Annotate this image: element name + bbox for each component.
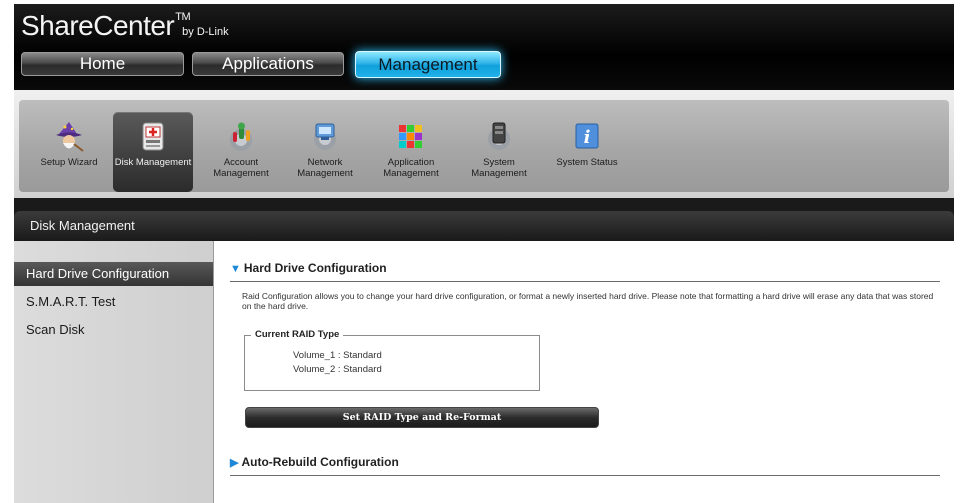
- toolbar-item-system-management[interactable]: System Management: [459, 120, 539, 179]
- volume-1-status: Volume_1 : Standard: [293, 350, 382, 361]
- account-icon: [230, 122, 252, 151]
- sharecenter-window: ShareCenterTM by D-Link Home Applications…: [14, 4, 954, 503]
- hard-drive-configuration-section-toggle[interactable]: ▼ Hard Drive Configuration: [230, 261, 940, 282]
- toolbar-item-disk-management[interactable]: Disk Management: [113, 112, 193, 192]
- sidebar-item-smart-test[interactable]: S.M.A.R.T. Test: [14, 290, 213, 314]
- toolbar-label: System Status: [556, 157, 618, 168]
- wizard-icon: [56, 122, 84, 152]
- auto-rebuild-section-toggle[interactable]: ▶ Auto-Rebuild Configuration: [230, 455, 940, 476]
- toolbar-strip: Setup Wizard Disk Management Account Man…: [19, 100, 949, 192]
- section-header: Disk Management: [14, 211, 954, 241]
- application-icon: [399, 125, 422, 148]
- info-icon: i: [575, 123, 599, 149]
- toolbar-item-setup-wizard[interactable]: Setup Wizard: [29, 120, 109, 168]
- tab-applications[interactable]: Applications: [192, 52, 344, 76]
- brand-byline: by D-Link: [182, 26, 229, 38]
- triangle-down-icon: ▼: [230, 263, 241, 275]
- current-raid-type-box: Current RAID Type Volume_1 : Standard Vo…: [244, 329, 540, 391]
- volume-2-status: Volume_2 : Standard: [293, 364, 382, 375]
- sidebar: Hard Drive Configuration S.M.A.R.T. Test…: [14, 241, 214, 503]
- svg-text:i: i: [584, 127, 591, 148]
- sidebar-item-hard-drive-configuration[interactable]: Hard Drive Configuration: [14, 262, 213, 286]
- brand-name: ShareCenter: [21, 10, 175, 41]
- toolbar-label: System Management: [471, 157, 527, 179]
- triangle-right-icon: ▶: [230, 457, 239, 469]
- toolbar-label: Setup Wizard: [40, 157, 98, 168]
- toolbar-label: Application Management: [383, 157, 439, 179]
- toolbar-item-network-management[interactable]: Network Management: [285, 120, 365, 179]
- brand-logo: ShareCenterTM by D-Link: [21, 10, 229, 42]
- management-toolbar: Setup Wizard Disk Management Account Man…: [14, 90, 954, 198]
- section-heading: Hard Drive Configuration: [243, 261, 387, 275]
- toolbar-item-system-status[interactable]: i System Status: [547, 120, 627, 168]
- toolbar-label: Account Management: [213, 157, 269, 179]
- toolbar-label: Disk Management: [114, 157, 192, 168]
- sidebar-item-scan-disk[interactable]: Scan Disk: [14, 318, 213, 342]
- system-icon: [488, 122, 510, 150]
- disk-icon: [142, 122, 164, 151]
- network-icon: [314, 123, 336, 150]
- tab-management[interactable]: Management: [355, 51, 501, 78]
- toolbar-item-account-management[interactable]: Account Management: [201, 120, 281, 179]
- tab-home[interactable]: Home: [21, 52, 184, 76]
- raid-description: Raid Configuration allows you to change …: [242, 291, 934, 311]
- main-content: ▼ Hard Drive Configuration Raid Configura…: [214, 241, 954, 503]
- toolbar-label: Network Management: [297, 157, 353, 179]
- app-header: ShareCenterTM by D-Link Home Applications…: [14, 4, 954, 90]
- toolbar-item-application-management[interactable]: Application Management: [371, 120, 451, 179]
- page-title: Disk Management: [30, 218, 135, 233]
- brand-trademark: TM: [175, 11, 191, 23]
- set-raid-type-button[interactable]: Set RAID Type and Re-Format: [245, 407, 599, 428]
- raid-legend: Current RAID Type: [251, 329, 344, 340]
- section-heading: Auto-Rebuild Configuration: [241, 455, 399, 469]
